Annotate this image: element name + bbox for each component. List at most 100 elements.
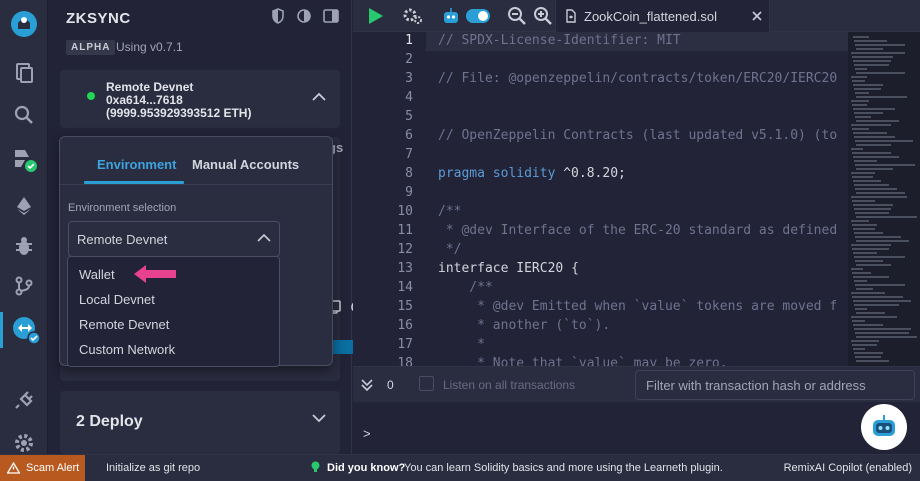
line-number: 14 (397, 280, 413, 295)
minimap-line (851, 220, 869, 222)
minimap-line (852, 104, 867, 106)
terminal-output[interactable]: > (353, 402, 920, 454)
zoom-in-icon[interactable] (533, 6, 553, 26)
minimap-line (853, 348, 865, 350)
code-line: * another (`to`). (438, 318, 611, 333)
line-number: 9 (405, 185, 413, 200)
deploy-card[interactable]: 2 Deploy (60, 391, 340, 454)
option-local-devnet[interactable]: Local Devnet (79, 292, 155, 307)
plugin-version: Using v0.7.1 (116, 40, 183, 54)
minimap-line (854, 232, 883, 234)
chevron-down-icon[interactable] (312, 413, 326, 423)
minimap-line (854, 160, 877, 162)
minimap-line (854, 40, 887, 42)
minimap-line (852, 152, 891, 154)
double-chevron-icon[interactable] (361, 378, 373, 392)
code-line: // File: @openzeppelin/contracts/token/E… (438, 71, 838, 86)
code-editor[interactable]: 1 2 3 4 5 6 7 8 9 10 11 12 13 14 15 16 1… (353, 32, 848, 366)
minimap-line (854, 352, 883, 354)
status-dot (87, 92, 95, 100)
zoom-out-icon[interactable] (507, 6, 527, 26)
minimap-line (855, 260, 883, 262)
line-number: 12 (397, 242, 413, 257)
chevron-up-icon[interactable] (312, 92, 326, 102)
minimap-line (854, 280, 867, 282)
minimap-line (851, 316, 897, 318)
close-icon[interactable] (752, 11, 762, 21)
git-icon[interactable] (0, 268, 48, 304)
line-number: 15 (397, 299, 413, 314)
tab-environment[interactable]: Environment (97, 157, 176, 172)
file-tab[interactable]: ZookCoin_flattened.sol (555, 0, 770, 32)
shield-icon[interactable] (271, 8, 285, 24)
code-line: * Note that `value` may be zero. (438, 356, 728, 366)
line-number: 10 (397, 204, 413, 219)
minimap-line (854, 328, 911, 330)
minimap-line (853, 108, 895, 110)
zksync-icon[interactable] (0, 312, 48, 348)
listen-checkbox[interactable] (419, 376, 434, 391)
minimap-line (853, 36, 869, 38)
selected-environment: Remote Devnet (77, 232, 168, 247)
panel-top-icons (271, 8, 339, 24)
line-number: 11 (397, 223, 413, 238)
code-keyword: interface (438, 261, 509, 276)
account-card[interactable]: Remote Devnet 0xa614...7618 (9999.953929… (60, 70, 340, 128)
line-number: 17 (397, 337, 413, 352)
minimap-line (851, 52, 905, 54)
copilot-status[interactable]: RemixAI Copilot (enabled) (784, 462, 912, 474)
line-number: 3 (405, 71, 413, 86)
code-line: // OpenZeppelin Contracts (last updated … (438, 128, 838, 143)
option-wallet[interactable]: Wallet (79, 267, 115, 282)
scam-alert-button[interactable]: Scam Alert (0, 455, 85, 481)
status-bar: Scam Alert Initialize as git repo Did yo… (0, 454, 920, 481)
code-line: /** (438, 204, 462, 219)
git-init-link[interactable]: Initialize as git repo (106, 462, 200, 474)
code-text: IERC20 { (508, 261, 579, 276)
settings-gear-icon[interactable] (402, 6, 424, 26)
search-icon[interactable] (0, 97, 48, 133)
minimap-line (851, 76, 867, 78)
code-line: * (438, 337, 485, 352)
minimap-line (853, 60, 891, 62)
tip-text[interactable]: You can learn Solidity basics and more u… (404, 462, 723, 474)
half-moon-icon[interactable] (297, 9, 311, 23)
remix-logo-icon[interactable] (0, 6, 48, 42)
run-icon[interactable] (367, 6, 385, 26)
minimap-line (856, 144, 891, 146)
minimap-line (853, 300, 911, 302)
warning-icon (7, 462, 20, 474)
debugger-icon[interactable] (0, 228, 48, 264)
minimap-line (854, 88, 881, 90)
code-line: * @dev Interface of the ERC-20 standard … (438, 223, 838, 238)
file-explorer-icon[interactable] (0, 55, 48, 91)
environment-select[interactable]: Remote Devnet (68, 221, 280, 257)
remixai-bot-button[interactable] (861, 404, 907, 450)
line-number: 7 (405, 147, 413, 162)
plugin-manager-icon[interactable] (0, 382, 48, 418)
code-text: ^0.8.20; (555, 166, 626, 181)
ai-bot-icon[interactable] (441, 6, 461, 26)
minimap-line (856, 48, 883, 50)
minimap-line (851, 292, 885, 294)
minimap-line (852, 128, 869, 130)
minimap-line (855, 68, 867, 70)
minimap-line (851, 244, 891, 246)
toggle-icon[interactable] (465, 6, 491, 26)
code-line: // SPDX-License-Identifier: MIT (438, 33, 681, 48)
listen-label: Listen on all transactions (443, 378, 576, 392)
transaction-filter-input[interactable]: Filter with transaction hash or address (635, 370, 915, 400)
minimap-line (852, 344, 877, 346)
editor-minimap[interactable] (848, 32, 920, 366)
minimap-line (853, 84, 883, 86)
terminal-prompt: > (363, 426, 371, 441)
solidity-compiler-icon[interactable] (0, 141, 48, 177)
deploy-run-icon[interactable] (0, 188, 48, 224)
panel-icon[interactable] (323, 9, 339, 23)
terminal-bar: 0 Listen on all transactions Filter with… (353, 366, 920, 402)
option-custom-network[interactable]: Custom Network (79, 342, 175, 357)
tab-manual-accounts[interactable]: Manual Accounts (192, 157, 299, 172)
filter-placeholder: Filter with transaction hash or address (646, 378, 866, 393)
minimap-line (852, 200, 875, 202)
option-remote-devnet[interactable]: Remote Devnet (79, 317, 169, 332)
